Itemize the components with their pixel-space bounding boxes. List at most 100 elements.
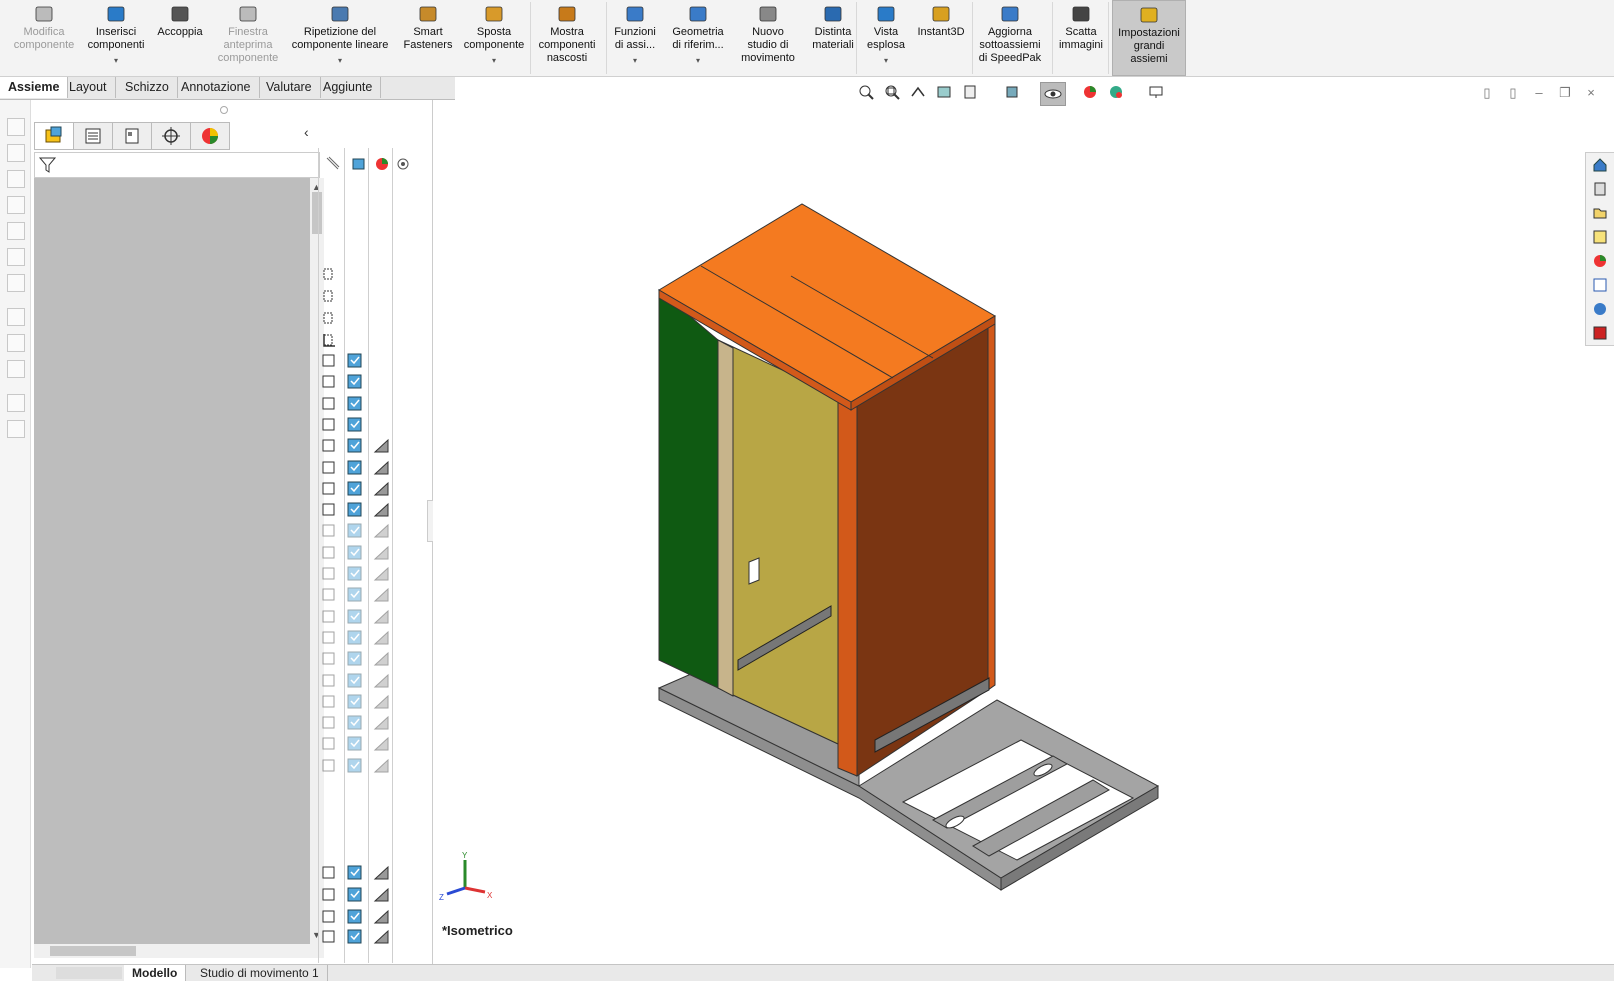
dropdown-arrow-icon[interactable]: ▾ — [284, 54, 396, 67]
edit-appearance-icon[interactable] — [1082, 84, 1098, 100]
tab-valutare[interactable]: Valutare — [258, 77, 321, 98]
dropdown-arrow-icon[interactable]: ▾ — [664, 54, 732, 67]
configuration-manager-tab[interactable] — [112, 122, 152, 150]
mostra-componenti-nascosti-button[interactable]: Mostra componenti nascosti — [530, 0, 604, 74]
tree-filter[interactable] — [34, 152, 320, 178]
zoom-to-area-icon[interactable] — [884, 84, 900, 100]
assembly-model[interactable] — [433, 100, 1581, 968]
tree-row-display-icons[interactable] — [320, 416, 410, 434]
tree-row-display-icons[interactable] — [320, 480, 410, 498]
tree-row-display-icons[interactable] — [320, 693, 410, 711]
ripetizione-lineare-button[interactable]: Ripetizione del componente lineare ▾ — [284, 0, 396, 74]
tree-row-display-icons[interactable] — [320, 586, 410, 604]
edit-icon[interactable] — [7, 360, 25, 378]
copy-icon[interactable] — [7, 274, 25, 292]
file-explorer-icon[interactable] — [1592, 205, 1608, 221]
tree-row-display-icons[interactable] — [320, 608, 410, 626]
scroll-thumb[interactable] — [312, 192, 322, 234]
smart-fasteners-button[interactable]: Smart Fasteners — [400, 0, 456, 74]
nuovo-studio-di-movimento-button[interactable]: Nuovo studio di movimento — [734, 0, 802, 74]
dynamic-annotation-icon[interactable] — [962, 84, 978, 100]
display-manager-tab[interactable] — [190, 122, 230, 150]
scatta-immagini-button[interactable]: Scatta immagini — [1052, 0, 1110, 74]
dropdown-arrow-icon[interactable]: ▾ — [860, 54, 912, 67]
copy-icon[interactable] — [7, 394, 25, 412]
tree-row-display-icons[interactable] — [320, 714, 410, 732]
instant3d-button[interactable]: Instant3D — [912, 0, 970, 74]
tab-assieme[interactable]: Assieme — [0, 77, 69, 98]
view-palette-icon[interactable] — [1592, 229, 1608, 245]
dropdown-arrow-icon[interactable]: ▾ — [80, 54, 152, 67]
vista-esplosa-button[interactable]: Vista esplosa ▾ — [860, 0, 912, 74]
tree-row-display-icons[interactable] — [320, 266, 410, 284]
tree-row-display-icons[interactable] — [320, 395, 410, 413]
view-settings-icon[interactable] — [1148, 84, 1164, 100]
tab-navigation-arrows[interactable] — [56, 967, 122, 979]
tree-row-display-icons[interactable] — [320, 629, 410, 647]
tile-right-icon[interactable]: ▯ — [1504, 84, 1522, 102]
solidworks-forum-icon[interactable] — [1592, 301, 1608, 317]
collapse-panel-icon[interactable]: ‹ — [304, 124, 309, 140]
tree-row-display-icons[interactable] — [320, 650, 410, 668]
tile-left-icon[interactable]: ▯ — [1478, 84, 1496, 102]
restore-icon[interactable]: ❐ — [1556, 84, 1574, 102]
tree-row-display-icons[interactable] — [320, 864, 410, 882]
resources-icon[interactable] — [1592, 325, 1608, 341]
impostazioni-grandi-assiemi-button[interactable]: Impostazioni grandi assiemi — [1112, 0, 1186, 76]
copy-icon[interactable] — [7, 248, 25, 266]
apply-scene-icon[interactable] — [1108, 84, 1124, 100]
display-mode-column-icon[interactable] — [351, 156, 366, 171]
tree-row-display-icons[interactable] — [320, 459, 410, 477]
tree-row-display-icons[interactable] — [320, 672, 410, 690]
geometria-di-riferimento-button[interactable]: Geometria di riferim... ▾ — [664, 0, 732, 74]
feature-tree-tab[interactable] — [34, 122, 74, 150]
tree-row-display-icons[interactable] — [320, 886, 410, 904]
copy-icon[interactable] — [7, 170, 25, 188]
dimxpert-tab[interactable] — [151, 122, 191, 150]
tree-row-display-icons[interactable] — [320, 501, 410, 519]
distinta-materiali-button[interactable]: Distinta materiali — [808, 0, 858, 74]
dropdown-arrow-icon[interactable]: ▾ — [458, 54, 530, 67]
copy-icon[interactable] — [7, 420, 25, 438]
dropdown-arrow-icon[interactable]: ▾ — [606, 54, 664, 67]
graphics-area[interactable]: *Isometrico Y X Z — [433, 100, 1581, 968]
tab-modello[interactable]: Modello — [124, 965, 187, 981]
previous-view-icon[interactable] — [910, 84, 926, 100]
edit-icon[interactable] — [7, 334, 25, 352]
finestra-anteprima-button[interactable]: Finestra anteprima componente — [208, 0, 288, 74]
section-view-icon[interactable] — [936, 84, 952, 100]
appearances-icon[interactable] — [1592, 253, 1608, 269]
panel-grip-icon[interactable] — [220, 106, 228, 114]
view-orientation-icon[interactable] — [1004, 84, 1020, 100]
tree-row-display-icons[interactable] — [320, 544, 410, 562]
tab-aggiunte[interactable]: Aggiunte — [315, 77, 382, 98]
property-manager-tab[interactable] — [73, 122, 113, 150]
hide-show-column-icon[interactable] — [325, 156, 340, 171]
display-style-button[interactable] — [1040, 82, 1066, 106]
tree-row-display-icons[interactable] — [320, 757, 410, 775]
accoppia-button[interactable]: Accoppia — [150, 0, 210, 74]
tree-row-display-icons[interactable] — [320, 437, 410, 455]
home-icon[interactable] — [1592, 157, 1608, 173]
funzioni-di-assieme-button[interactable]: Funzioni di assi... ▾ — [606, 0, 664, 74]
zoom-to-fit-icon[interactable] — [858, 84, 874, 100]
custom-properties-icon[interactable] — [1592, 277, 1608, 293]
tab-studio-di-movimento[interactable]: Studio di movimento 1 — [192, 965, 328, 981]
appearance-column-icon[interactable] — [375, 156, 390, 171]
copy-icon[interactable] — [7, 196, 25, 214]
edit-icon[interactable] — [7, 308, 25, 326]
close-icon[interactable]: × — [1582, 84, 1600, 102]
filter-icon[interactable] — [35, 153, 61, 175]
minimize-icon[interactable]: – — [1530, 84, 1548, 102]
copy-icon[interactable] — [7, 222, 25, 240]
transparency-column-icon[interactable] — [396, 156, 411, 171]
feature-tree[interactable] — [34, 178, 310, 944]
sposta-componente-button[interactable]: Sposta componente ▾ — [458, 0, 530, 74]
tree-row-display-icons[interactable] — [320, 565, 410, 583]
tree-row-display-icons[interactable] — [320, 735, 410, 753]
tree-row-display-icons[interactable] — [320, 928, 410, 946]
copy-icon[interactable] — [7, 144, 25, 162]
tree-row-display-icons[interactable] — [320, 288, 410, 306]
tree-row-display-icons[interactable] — [320, 522, 410, 540]
tab-annotazione[interactable]: Annotazione — [173, 77, 260, 98]
